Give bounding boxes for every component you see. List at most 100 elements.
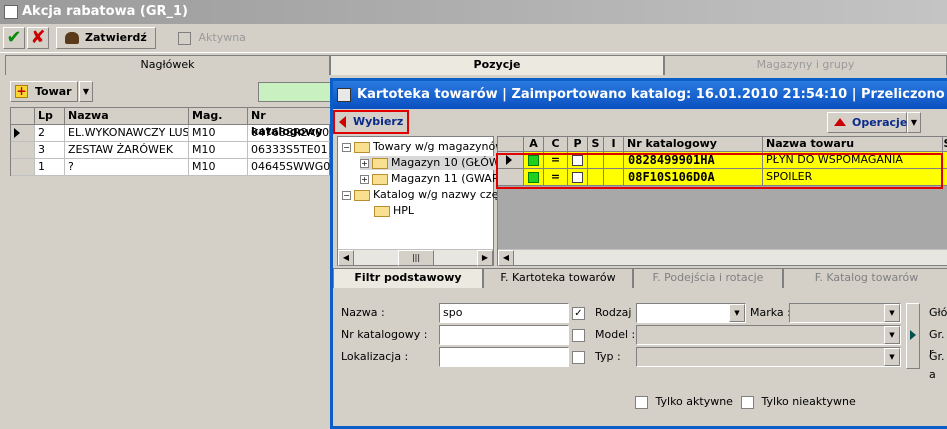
tree-item-magazyn-11[interactable]: + Magazyn 11 (GWAR	[360, 172, 499, 186]
table-row-cell[interactable]: 2	[35, 125, 65, 142]
nr-input[interactable]	[439, 325, 569, 345]
pgrid-header-s2[interactable]: S	[943, 137, 947, 152]
collapse-icon[interactable]: −	[342, 142, 351, 152]
chevron-down-icon[interactable]: ▼	[884, 348, 900, 366]
pgrid-header-nazwa[interactable]: Nazwa towaru	[763, 137, 943, 152]
table-row-cell[interactable]: ZESTAW ŻARÓWEK	[65, 142, 189, 159]
scroll-left-icon[interactable]: ◀	[498, 250, 514, 266]
right-label-1: Głó	[929, 306, 947, 319]
rodzaj-select[interactable]: ▼	[636, 303, 746, 323]
pgrid-header-s[interactable]: S	[588, 137, 604, 152]
tab-magazyny[interactable]: Magazyny i grupy	[664, 55, 947, 75]
chevron-right-icon	[910, 330, 916, 340]
rodzaj-label: Rodzaj :	[595, 306, 639, 319]
nazwa-checkbox[interactable]: ✓	[572, 307, 585, 320]
tab-magazyny-label: Magazyny i grupy	[756, 58, 855, 71]
typ-label: Typ :	[595, 350, 621, 363]
product-extra[interactable]	[943, 169, 947, 186]
folder-icon	[354, 141, 370, 153]
scroll-right-icon[interactable]: ▶	[477, 250, 493, 266]
pgrid-header-c[interactable]: C	[544, 137, 568, 152]
grid-header-lp[interactable]: Lp	[35, 108, 65, 125]
lok-checkbox[interactable]	[572, 351, 585, 364]
toolbar: ✔ ✘ Zatwierdź	[0, 24, 947, 53]
active-checkbox-box	[178, 31, 191, 45]
expand-icon[interactable]: +	[360, 174, 369, 184]
table-row-cell[interactable]: 04645SWWG00	[248, 159, 331, 176]
tab-kartoteka[interactable]: F. Kartoteka towarów	[483, 268, 633, 288]
row-indicator[interactable]	[11, 159, 35, 176]
tree-hscrollbar[interactable]: ◀ ||| ▶	[338, 249, 493, 266]
app-icon	[4, 5, 18, 19]
scroll-thumb[interactable]: |||	[398, 250, 434, 266]
dialog-title: Kartoteka towarów | Zaimportowano katalo…	[357, 87, 947, 102]
nr-checkbox[interactable]	[572, 329, 585, 342]
chevron-down-icon[interactable]: ▼	[884, 326, 900, 344]
active-checkbox[interactable]: Aktywna	[178, 31, 246, 45]
tab-katalog[interactable]: F. Katalog towarów	[783, 268, 947, 288]
cancel-icon[interactable]: ✘	[27, 27, 49, 49]
select-button[interactable]: Wybierz	[333, 110, 409, 134]
tree-item-towary[interactable]: − Towary w/g magazynów	[342, 140, 504, 154]
row-indicator[interactable]	[11, 142, 35, 159]
table-row-cell[interactable]: ?	[65, 159, 189, 176]
search-box[interactable]	[258, 82, 338, 102]
table-row-cell[interactable]: 04763SR2A00	[248, 125, 331, 142]
towar-dropdown-button[interactable]: ▼	[79, 81, 93, 102]
grid-header-mag[interactable]: Mag.	[189, 108, 248, 125]
model-select[interactable]: ▼	[636, 325, 901, 345]
lok-input[interactable]	[439, 347, 569, 367]
only-active-checkbox[interactable]: Tylko aktywne	[635, 395, 733, 409]
scroll-left-icon[interactable]: ◀	[338, 250, 354, 266]
expand-panel-button[interactable]	[906, 303, 920, 369]
table-row-cell[interactable]: M10	[189, 125, 248, 142]
pgrid-header-a[interactable]: A	[524, 137, 544, 152]
grid-header-nr[interactable]: Nr katalogowy	[248, 108, 331, 138]
select-button-label: Wybierz	[353, 115, 404, 128]
table-row-cell[interactable]: M10	[189, 159, 248, 176]
only-inactive-box	[741, 395, 754, 409]
tab-filtr-podstawowy[interactable]: Filtr podstawowy	[333, 268, 483, 288]
back-arrow-icon	[339, 116, 346, 128]
pgrid-header-i[interactable]: I	[604, 137, 624, 152]
products-hscrollbar[interactable]: ◀	[498, 249, 947, 266]
only-inactive-checkbox[interactable]: Tylko nieaktywne	[741, 395, 856, 409]
tree-item-label: Magazyn 11 (GWAR	[391, 172, 500, 185]
collapse-icon[interactable]: −	[342, 190, 351, 200]
chevron-down-icon[interactable]: ▼	[729, 304, 745, 322]
tree-item-katalog[interactable]: − Katalog w/g nazwy częś	[342, 188, 504, 202]
operations-label: Operacje	[852, 116, 908, 129]
add-towar-button[interactable]: + Towar	[10, 81, 78, 102]
window-titlebar: Akcja rabatowa (GR_1)	[0, 0, 947, 24]
table-row-cell[interactable]: M10	[189, 142, 248, 159]
tree-item-hpl[interactable]: HPL	[374, 204, 414, 218]
typ-select[interactable]: ▼	[636, 347, 901, 367]
table-row-cell[interactable]: 1	[35, 159, 65, 176]
table-row-cell[interactable]: EL.WYKONAWCZY LUS	[65, 125, 189, 142]
table-row-cell[interactable]: 3	[35, 142, 65, 159]
tree-item-magazyn-10[interactable]: + Magazyn 10 (GŁÓW	[360, 156, 500, 170]
marka-select[interactable]: ▼	[789, 303, 901, 323]
row-indicator[interactable]	[11, 125, 35, 142]
expand-icon[interactable]: +	[360, 158, 369, 168]
tab-naglowek[interactable]: Nagłówek	[5, 55, 330, 75]
row-pointer-icon	[14, 128, 20, 138]
tab-podejscia[interactable]: F. Podejścia i rotacje	[633, 268, 783, 288]
tab-label: F. Katalog towarów	[814, 271, 919, 284]
nazwa-input[interactable]: spo	[439, 303, 569, 323]
tree-item-label: HPL	[393, 204, 415, 217]
product-extra[interactable]	[943, 152, 947, 169]
operations-dropdown-button[interactable]: ▼	[907, 112, 921, 133]
chevron-down-icon[interactable]: ▼	[884, 304, 900, 322]
pgrid-header-p[interactable]: P	[568, 137, 588, 152]
grid-header-nazwa[interactable]: Nazwa	[65, 108, 189, 125]
tab-pozycje[interactable]: Pozycje	[330, 55, 664, 75]
pgrid-header-nr[interactable]: Nr katalogowy	[624, 137, 763, 152]
confirm-button[interactable]: Zatwierdź	[56, 27, 156, 49]
tab-naglowek-label: Nagłówek	[140, 58, 195, 71]
table-row-cell[interactable]: 06333S5TE01	[248, 142, 331, 159]
category-tree: − Towary w/g magazynów + Magazyn 10 (GŁÓW …	[337, 136, 504, 266]
accept-icon[interactable]: ✔	[3, 27, 25, 49]
grid-header-indicator	[11, 108, 35, 125]
operations-button[interactable]: Operacje	[827, 112, 907, 133]
